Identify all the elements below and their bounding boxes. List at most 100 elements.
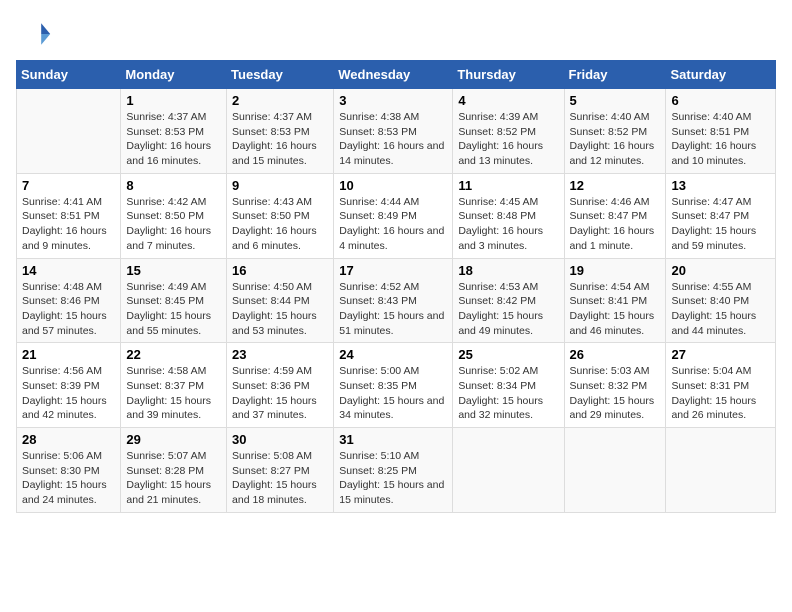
- cell-info: Sunrise: 4:59 AMSunset: 8:36 PMDaylight:…: [232, 364, 328, 423]
- day-number: 5: [570, 93, 661, 108]
- weekday-header-row: SundayMondayTuesdayWednesdayThursdayFrid…: [17, 61, 776, 89]
- calendar-week-row: 1 Sunrise: 4:37 AMSunset: 8:53 PMDaylight…: [17, 89, 776, 174]
- weekday-header-wednesday: Wednesday: [334, 61, 453, 89]
- weekday-header-saturday: Saturday: [666, 61, 776, 89]
- page-header: [16, 16, 776, 52]
- calendar-cell: 9 Sunrise: 4:43 AMSunset: 8:50 PMDaylight…: [227, 173, 334, 258]
- cell-info: Sunrise: 5:06 AMSunset: 8:30 PMDaylight:…: [22, 449, 115, 508]
- cell-info: Sunrise: 4:40 AMSunset: 8:51 PMDaylight:…: [671, 110, 770, 169]
- day-number: 9: [232, 178, 328, 193]
- weekday-header-tuesday: Tuesday: [227, 61, 334, 89]
- cell-info: Sunrise: 4:45 AMSunset: 8:48 PMDaylight:…: [458, 195, 558, 254]
- calendar-cell: 1 Sunrise: 4:37 AMSunset: 8:53 PMDaylight…: [121, 89, 227, 174]
- calendar-week-row: 7Sunrise: 4:41 AMSunset: 8:51 PMDaylight…: [17, 173, 776, 258]
- calendar-cell: 15 Sunrise: 4:49 AMSunset: 8:45 PMDayligh…: [121, 258, 227, 343]
- calendar-cell: 11 Sunrise: 4:45 AMSunset: 8:48 PMDayligh…: [453, 173, 564, 258]
- calendar-cell: 30 Sunrise: 5:08 AMSunset: 8:27 PMDayligh…: [227, 428, 334, 513]
- day-number: 23: [232, 347, 328, 362]
- cell-info: Sunrise: 5:10 AMSunset: 8:25 PMDaylight:…: [339, 449, 447, 508]
- cell-info: Sunrise: 4:40 AMSunset: 8:52 PMDaylight:…: [570, 110, 661, 169]
- cell-info: Sunrise: 5:08 AMSunset: 8:27 PMDaylight:…: [232, 449, 328, 508]
- cell-info: Sunrise: 4:49 AMSunset: 8:45 PMDaylight:…: [126, 280, 221, 339]
- day-number: 13: [671, 178, 770, 193]
- day-number: 1: [126, 93, 221, 108]
- calendar-cell: 20 Sunrise: 4:55 AMSunset: 8:40 PMDayligh…: [666, 258, 776, 343]
- day-number: 4: [458, 93, 558, 108]
- calendar-cell: 17 Sunrise: 4:52 AMSunset: 8:43 PMDayligh…: [334, 258, 453, 343]
- cell-info: Sunrise: 4:48 AMSunset: 8:46 PMDaylight:…: [22, 280, 115, 339]
- day-number: 10: [339, 178, 447, 193]
- day-number: 17: [339, 263, 447, 278]
- cell-info: Sunrise: 4:55 AMSunset: 8:40 PMDaylight:…: [671, 280, 770, 339]
- day-number: 18: [458, 263, 558, 278]
- calendar-cell: 25 Sunrise: 5:02 AMSunset: 8:34 PMDayligh…: [453, 343, 564, 428]
- calendar-cell: 4 Sunrise: 4:39 AMSunset: 8:52 PMDaylight…: [453, 89, 564, 174]
- cell-info: Sunrise: 4:39 AMSunset: 8:52 PMDaylight:…: [458, 110, 558, 169]
- weekday-header-monday: Monday: [121, 61, 227, 89]
- calendar-cell: 29 Sunrise: 5:07 AMSunset: 8:28 PMDayligh…: [121, 428, 227, 513]
- cell-info: Sunrise: 4:41 AMSunset: 8:51 PMDaylight:…: [22, 195, 115, 254]
- calendar-cell: 8 Sunrise: 4:42 AMSunset: 8:50 PMDaylight…: [121, 173, 227, 258]
- day-number: 27: [671, 347, 770, 362]
- calendar-cell: 21Sunrise: 4:56 AMSunset: 8:39 PMDayligh…: [17, 343, 121, 428]
- calendar-cell: [453, 428, 564, 513]
- cell-info: Sunrise: 4:50 AMSunset: 8:44 PMDaylight:…: [232, 280, 328, 339]
- calendar-cell: 7Sunrise: 4:41 AMSunset: 8:51 PMDaylight…: [17, 173, 121, 258]
- calendar-week-row: 21Sunrise: 4:56 AMSunset: 8:39 PMDayligh…: [17, 343, 776, 428]
- day-number: 6: [671, 93, 770, 108]
- cell-info: Sunrise: 5:00 AMSunset: 8:35 PMDaylight:…: [339, 364, 447, 423]
- cell-info: Sunrise: 4:58 AMSunset: 8:37 PMDaylight:…: [126, 364, 221, 423]
- cell-info: Sunrise: 4:44 AMSunset: 8:49 PMDaylight:…: [339, 195, 447, 254]
- day-number: 31: [339, 432, 447, 447]
- day-number: 3: [339, 93, 447, 108]
- day-number: 29: [126, 432, 221, 447]
- calendar-week-row: 14Sunrise: 4:48 AMSunset: 8:46 PMDayligh…: [17, 258, 776, 343]
- calendar-cell: 16 Sunrise: 4:50 AMSunset: 8:44 PMDayligh…: [227, 258, 334, 343]
- day-number: 11: [458, 178, 558, 193]
- day-number: 15: [126, 263, 221, 278]
- cell-info: Sunrise: 4:46 AMSunset: 8:47 PMDaylight:…: [570, 195, 661, 254]
- calendar-cell: 23 Sunrise: 4:59 AMSunset: 8:36 PMDayligh…: [227, 343, 334, 428]
- weekday-header-sunday: Sunday: [17, 61, 121, 89]
- day-number: 20: [671, 263, 770, 278]
- day-number: 25: [458, 347, 558, 362]
- calendar-cell: 31 Sunrise: 5:10 AMSunset: 8:25 PMDayligh…: [334, 428, 453, 513]
- calendar-cell: 26 Sunrise: 5:03 AMSunset: 8:32 PMDayligh…: [564, 343, 666, 428]
- cell-info: Sunrise: 4:43 AMSunset: 8:50 PMDaylight:…: [232, 195, 328, 254]
- day-number: 8: [126, 178, 221, 193]
- cell-info: Sunrise: 4:47 AMSunset: 8:47 PMDaylight:…: [671, 195, 770, 254]
- day-number: 26: [570, 347, 661, 362]
- cell-info: Sunrise: 4:53 AMSunset: 8:42 PMDaylight:…: [458, 280, 558, 339]
- cell-info: Sunrise: 5:03 AMSunset: 8:32 PMDaylight:…: [570, 364, 661, 423]
- day-number: 2: [232, 93, 328, 108]
- calendar-cell: 10 Sunrise: 4:44 AMSunset: 8:49 PMDayligh…: [334, 173, 453, 258]
- calendar-week-row: 28Sunrise: 5:06 AMSunset: 8:30 PMDayligh…: [17, 428, 776, 513]
- cell-info: Sunrise: 5:07 AMSunset: 8:28 PMDaylight:…: [126, 449, 221, 508]
- calendar-cell: 2 Sunrise: 4:37 AMSunset: 8:53 PMDaylight…: [227, 89, 334, 174]
- weekday-header-thursday: Thursday: [453, 61, 564, 89]
- calendar-cell: 28Sunrise: 5:06 AMSunset: 8:30 PMDayligh…: [17, 428, 121, 513]
- calendar-table: SundayMondayTuesdayWednesdayThursdayFrid…: [16, 60, 776, 513]
- calendar-cell: 6 Sunrise: 4:40 AMSunset: 8:51 PMDaylight…: [666, 89, 776, 174]
- calendar-cell: [666, 428, 776, 513]
- day-number: 19: [570, 263, 661, 278]
- cell-info: Sunrise: 4:37 AMSunset: 8:53 PMDaylight:…: [126, 110, 221, 169]
- calendar-cell: 12Sunrise: 4:46 AMSunset: 8:47 PMDayligh…: [564, 173, 666, 258]
- cell-info: Sunrise: 4:42 AMSunset: 8:50 PMDaylight:…: [126, 195, 221, 254]
- calendar-cell: 19 Sunrise: 4:54 AMSunset: 8:41 PMDayligh…: [564, 258, 666, 343]
- cell-info: Sunrise: 4:54 AMSunset: 8:41 PMDaylight:…: [570, 280, 661, 339]
- cell-info: Sunrise: 4:52 AMSunset: 8:43 PMDaylight:…: [339, 280, 447, 339]
- cell-info: Sunrise: 4:38 AMSunset: 8:53 PMDaylight:…: [339, 110, 447, 169]
- calendar-cell: [564, 428, 666, 513]
- cell-info: Sunrise: 4:37 AMSunset: 8:53 PMDaylight:…: [232, 110, 328, 169]
- cell-info: Sunrise: 5:02 AMSunset: 8:34 PMDaylight:…: [458, 364, 558, 423]
- calendar-cell: 5 Sunrise: 4:40 AMSunset: 8:52 PMDaylight…: [564, 89, 666, 174]
- cell-info: Sunrise: 5:04 AMSunset: 8:31 PMDaylight:…: [671, 364, 770, 423]
- calendar-cell: 18 Sunrise: 4:53 AMSunset: 8:42 PMDayligh…: [453, 258, 564, 343]
- calendar-cell: 14Sunrise: 4:48 AMSunset: 8:46 PMDayligh…: [17, 258, 121, 343]
- calendar-cell: 27 Sunrise: 5:04 AMSunset: 8:31 PMDayligh…: [666, 343, 776, 428]
- day-number: 24: [339, 347, 447, 362]
- day-number: 30: [232, 432, 328, 447]
- calendar-cell: 22Sunrise: 4:58 AMSunset: 8:37 PMDayligh…: [121, 343, 227, 428]
- day-number: 16: [232, 263, 328, 278]
